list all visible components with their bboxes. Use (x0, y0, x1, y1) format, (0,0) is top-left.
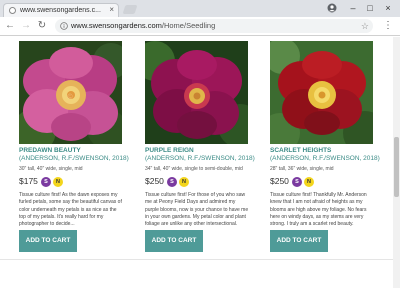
product-photo-predawn-beauty[interactable]: © (19, 41, 122, 144)
info-icon[interactable] (60, 22, 68, 30)
product-breeder[interactable]: (ANDERSON, R.F./SWENSON, 2018) (270, 155, 388, 163)
price-line: $175 S N (19, 176, 137, 188)
reload-button[interactable]: ↻ (36, 20, 48, 32)
browser-toolbar: ← → ↻ www.swensongardens.com/Home/Seedli… (0, 17, 400, 36)
product-price: $175 (19, 176, 38, 186)
product-specs: 34" tall, 40" wide, single to semi-doubl… (145, 166, 243, 172)
bookmark-star-icon[interactable]: ☆ (361, 20, 369, 32)
svg-text:©: © (67, 93, 73, 101)
product-name[interactable]: SCARLET HEIGHTS (270, 147, 388, 155)
product-price: $250 (270, 176, 289, 186)
n-badge-icon: N (179, 177, 189, 187)
add-to-cart-button[interactable]: ADD TO CART (145, 230, 203, 252)
forward-button[interactable]: → (20, 20, 32, 32)
product-specs: 30" tall, 40" wide, single, mid (19, 166, 83, 172)
add-to-cart-button[interactable]: ADD TO CART (19, 230, 77, 252)
n-badge-icon: N (304, 177, 314, 187)
browser-menu-icon[interactable]: ⋮ (382, 20, 394, 32)
product-specs: 28" tall, 36" wide, single, mid (270, 166, 334, 172)
price-line: $250 S N (145, 176, 263, 188)
page-scrollbar[interactable] (393, 37, 400, 288)
product-breeder[interactable]: (ANDERSON, R.F./SWENSON, 2018) (19, 155, 137, 163)
product-price: $250 (145, 176, 164, 186)
product-photo-purple-reign[interactable] (145, 41, 248, 144)
scrollbar-thumb[interactable] (394, 137, 399, 197)
page-content: © PREDAWN BEAUTY (ANDERSON, R.F./SWENSON… (0, 37, 393, 288)
url-path: /Home/Seedling (161, 21, 216, 30)
site-favicon-icon (9, 7, 16, 14)
product-name[interactable]: PURPLE REIGN (145, 147, 263, 155)
product-description: Tissue culture first! As the dawn expose… (19, 192, 122, 228)
product-description: Tissue culture first! For those of you w… (145, 192, 249, 228)
n-badge-icon: N (53, 177, 63, 187)
page-divider (0, 259, 393, 260)
product-card: PURPLE REIGN (ANDERSON, R.F./SWENSON, 20… (145, 41, 263, 252)
profile-icon[interactable] (327, 3, 337, 13)
s-badge-icon: S (292, 177, 302, 187)
product-name[interactable]: PREDAWN BEAUTY (19, 147, 137, 155)
url-text: www.swensongardens.com/Home/Seedling (71, 21, 215, 31)
product-description: Tissue culture first! Thankfully Mr. And… (270, 192, 367, 228)
s-badge-icon: S (41, 177, 51, 187)
product-card: SCARLET HEIGHTS (ANDERSON, R.F./SWENSON,… (270, 41, 388, 252)
maximize-button[interactable]: □ (364, 2, 376, 14)
close-tab-icon[interactable]: × (109, 5, 114, 15)
url-host: www.swensongardens.com (71, 21, 162, 30)
product-photo-scarlet-heights[interactable] (270, 41, 373, 144)
tab-title: www.swensongardens.c... (20, 7, 101, 14)
s-badge-icon: S (167, 177, 177, 187)
browser-tab[interactable]: www.swensongardens.c... × (3, 3, 119, 17)
product-card: © PREDAWN BEAUTY (ANDERSON, R.F./SWENSON… (19, 41, 137, 252)
back-button[interactable]: ← (4, 20, 16, 32)
tab-bar: www.swensongardens.c... × – □ × (0, 0, 400, 17)
close-window-button[interactable]: × (382, 2, 394, 14)
address-bar[interactable]: www.swensongardens.com/Home/Seedling ☆ (55, 19, 373, 33)
product-breeder[interactable]: (ANDERSON, R.F./SWENSON, 2018) (145, 155, 263, 163)
new-tab-button[interactable] (122, 5, 138, 14)
price-line: $250 S N (270, 176, 388, 188)
minimize-button[interactable]: – (347, 2, 359, 14)
add-to-cart-button[interactable]: ADD TO CART (270, 230, 328, 252)
